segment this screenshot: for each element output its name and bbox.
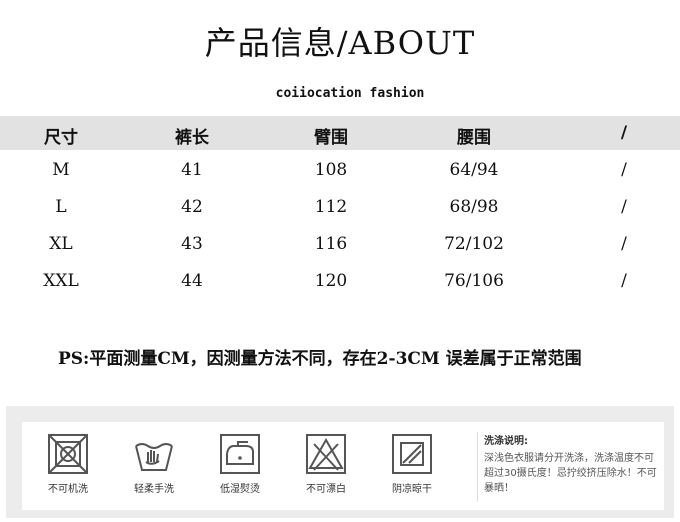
header-size: 尺寸 (44, 128, 78, 148)
header-arm: 臂围 (314, 128, 348, 148)
care-card: 不可机洗 轻柔手洗 低湿熨烫 不可漂白 阴凉晾干 洗涤说明: 深浅色衣服请分开洗… (22, 422, 664, 510)
care-label: 低湿熨烫 (220, 484, 260, 495)
table-cell: / (621, 271, 627, 291)
table-cell: 41 (181, 160, 203, 180)
table-cell: 116 (314, 234, 348, 254)
table-cell: / (621, 197, 627, 217)
table-cell: 120 (314, 271, 348, 291)
header-slash: / (620, 123, 628, 143)
table-cell: 108 (314, 160, 348, 180)
table-cell: 44 (181, 271, 203, 291)
table-cell: 64/94 (449, 160, 499, 180)
care-label: 阴凉晾干 (392, 484, 432, 495)
care-label: 轻柔手洗 (134, 484, 174, 495)
wash-instructions-body: 深浅色衣服请分开洗涤，洗涤温度不可超过30摄氏度！忌拧绞挤压除水！不可暴晒！ (484, 453, 657, 494)
table-cell: XXL (43, 271, 79, 291)
care-divider (477, 432, 478, 502)
shade-dry-icon (392, 434, 432, 474)
table-cell: L (55, 197, 67, 217)
table-cell: M (52, 160, 70, 180)
low-iron-icon (220, 434, 260, 474)
table-cell: 42 (181, 197, 203, 217)
table-cell: / (621, 234, 627, 254)
care-label: 不可机洗 (48, 484, 88, 495)
brand-subtitle: coiiocation fashion (275, 86, 425, 101)
table-cell: 68/98 (449, 197, 499, 217)
no-bleach-icon (306, 434, 346, 474)
table-cell: 72/102 (444, 234, 504, 254)
wash-instructions: 洗涤说明: 深浅色衣服请分开洗涤，洗涤温度不可超过30摄氏度！忌拧绞挤压除水！不… (484, 434, 662, 496)
care-item-no-machine-wash: 不可机洗 (28, 432, 108, 495)
table-cell: / (621, 160, 627, 180)
care-item-shade-dry: 阴凉晾干 (372, 432, 452, 495)
table-cell: XL (49, 234, 73, 254)
wash-instructions-title: 洗涤说明: (484, 436, 528, 447)
table-cell: 43 (181, 234, 203, 254)
no-machine-wash-icon (48, 434, 88, 474)
hand-wash-icon (135, 443, 173, 471)
care-panel: 不可机洗 轻柔手洗 低湿熨烫 不可漂白 阴凉晾干 洗涤说明: 深浅色衣服请分开洗… (6, 406, 674, 518)
header-pants-length: 裤长 (175, 128, 209, 148)
care-label: 不可漂白 (306, 484, 346, 495)
measurement-note: PS:平面测量CM，因测量方法不同，存在2-3CM 误差属于正常范围 (58, 349, 582, 369)
care-item-no-bleach: 不可漂白 (286, 432, 366, 495)
page-title: 产品信息/ABOUT (204, 24, 476, 62)
care-item-hand-wash: 轻柔手洗 (114, 432, 194, 495)
table-cell: 76/106 (444, 271, 504, 291)
header-waist: 腰围 (457, 128, 491, 148)
care-item-low-iron: 低湿熨烫 (200, 432, 280, 495)
table-cell: 112 (314, 197, 348, 217)
